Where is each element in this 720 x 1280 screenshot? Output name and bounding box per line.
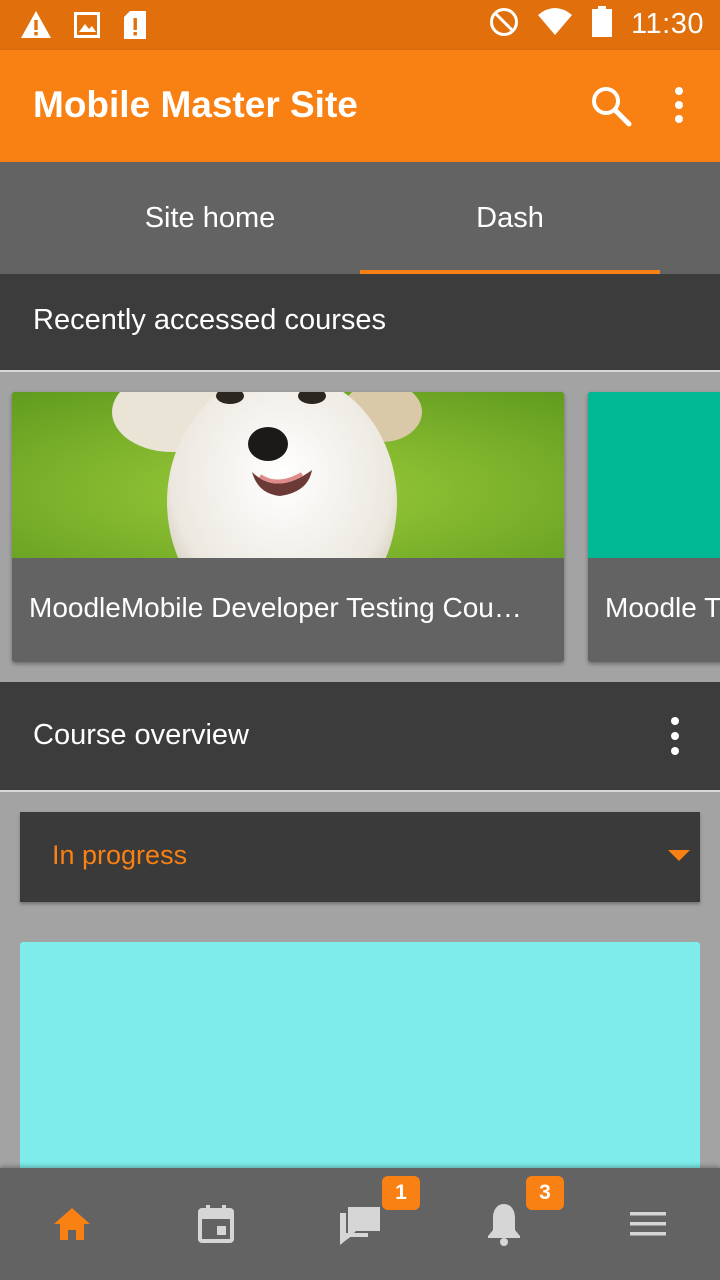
course-card[interactable]: MoodleMobile Developer Testing Cou… (12, 392, 564, 662)
search-icon (592, 87, 632, 127)
recent-courses-header: Recently accessed courses (0, 274, 720, 370)
filter-value: In progress (52, 840, 188, 870)
section-title: Recently accessed courses (33, 304, 386, 336)
sd-card-alert-icon (122, 10, 148, 45)
tab-site-home[interactable]: Site home (60, 162, 360, 274)
course-overview-menu-button[interactable] (662, 714, 688, 758)
tab-dashboard[interactable]: Dash (360, 162, 660, 274)
course-overview-header: Course overview (0, 682, 720, 790)
app-bar: Mobile Master Site (0, 50, 720, 162)
nav-notifications[interactable]: 3 (432, 1168, 576, 1280)
nav-home[interactable] (0, 1168, 144, 1280)
course-filter-select[interactable]: In progress (20, 812, 700, 902)
search-button[interactable] (588, 83, 634, 129)
do-not-disturb-icon (489, 7, 519, 42)
course-overview-card[interactable] (20, 942, 700, 1182)
messages-icon (340, 1207, 380, 1245)
tab-bar: Site home Dash (0, 162, 720, 274)
more-vertical-icon (671, 717, 679, 755)
site-title: Mobile Master Site (33, 84, 358, 125)
warning-icon (20, 10, 52, 45)
home-icon (54, 1208, 90, 1240)
wifi-icon (537, 7, 573, 42)
nav-messages[interactable]: 1 (288, 1168, 432, 1280)
image-icon (74, 12, 100, 43)
divider (0, 370, 720, 372)
clock: 11:30 (631, 8, 704, 40)
course-name: Moodle T (605, 592, 720, 623)
notifications-icon (488, 1204, 520, 1246)
status-bar: 11:30 (0, 0, 720, 50)
tab-label: Site home (144, 201, 276, 234)
course-image (12, 392, 564, 632)
bottom-navigation: 1 3 (0, 1168, 720, 1280)
calendar-icon (198, 1205, 234, 1243)
dropdown-arrow-icon (668, 850, 690, 861)
course-name: MoodleMobile Developer Testing Cou… (29, 592, 522, 623)
divider (0, 790, 720, 792)
nav-menu[interactable] (576, 1168, 720, 1280)
notifications-badge: 3 (526, 1176, 564, 1210)
course-card[interactable]: Moodle T (588, 392, 720, 662)
tab-label: Dash (476, 201, 544, 234)
battery-icon (591, 6, 613, 43)
menu-icon (630, 1212, 666, 1236)
nav-calendar[interactable] (144, 1168, 288, 1280)
more-options-button[interactable] (662, 83, 696, 129)
more-vertical-icon (675, 87, 683, 123)
messages-badge: 1 (382, 1176, 420, 1210)
course-image (588, 392, 720, 558)
section-title: Course overview (33, 719, 249, 751)
